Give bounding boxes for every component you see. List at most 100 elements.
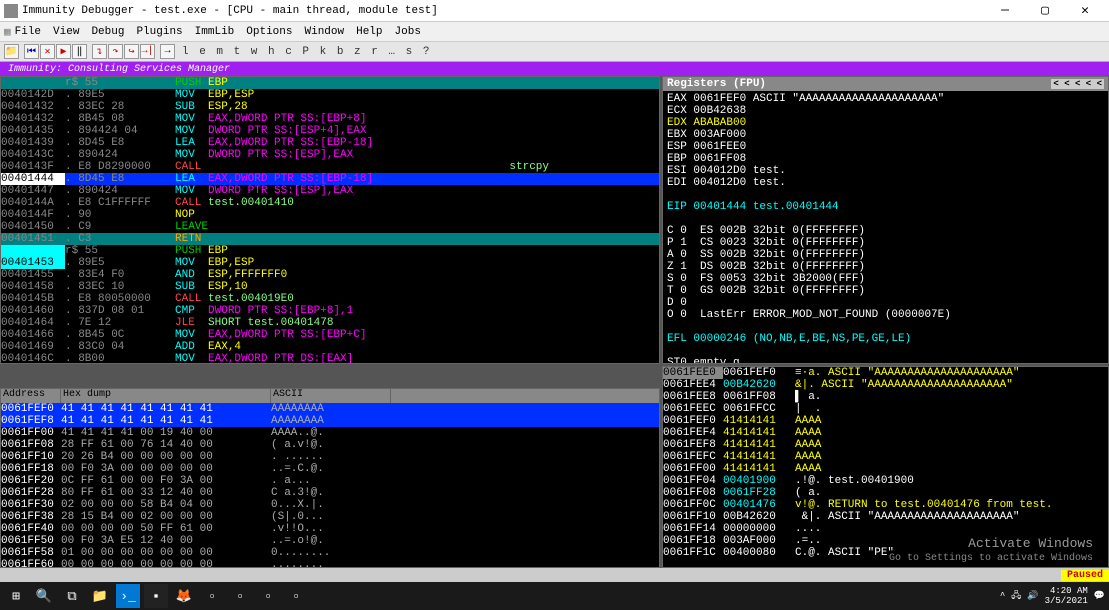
disasm-row[interactable]: 00401432. 83EC 28 SUB ESP,28 bbox=[1, 101, 659, 113]
menu-help[interactable]: Help bbox=[356, 26, 382, 38]
play-icon[interactable]: ▶ bbox=[56, 44, 71, 59]
step-over-icon[interactable]: ↷ bbox=[108, 44, 123, 59]
stack-row[interactable]: 0061FEF4 41414141 AAAA bbox=[663, 427, 1108, 439]
app2-icon[interactable]: ▫ bbox=[228, 584, 252, 608]
close-cross-icon[interactable]: ✕ bbox=[40, 44, 55, 59]
menu-plugins[interactable]: Plugins bbox=[136, 26, 182, 38]
disasm-row[interactable]: 00401451. C3 RETN bbox=[1, 233, 659, 245]
minimize-button[interactable]: ─ bbox=[985, 1, 1025, 21]
tray-net-icon[interactable]: 🖧 bbox=[1011, 588, 1021, 604]
step-into-icon[interactable]: ↴ bbox=[92, 44, 107, 59]
register-line[interactable]: EBP 0061FF08 bbox=[667, 153, 1104, 165]
rewind-icon[interactable]: ⏮ bbox=[24, 44, 39, 59]
disasm-row[interactable]: 0040143F. E8 D8290000 CALL strcpy bbox=[1, 161, 659, 173]
register-line[interactable]: O 0 LastErr ERROR_MOD_NOT_FOUND (0000007… bbox=[667, 309, 1104, 321]
register-line[interactable]: ECX 00B42638 bbox=[667, 105, 1104, 117]
dump-row[interactable]: 0061FF4000 00 00 00 50 FF 61 00 .v!!O... bbox=[1, 523, 659, 535]
dump-row[interactable]: 0061FF3828 15 B4 00 02 00 00 00 (S|.0... bbox=[1, 511, 659, 523]
dump-row[interactable]: 0061FF1020 26 B4 00 00 00 00 00 . ...... bbox=[1, 451, 659, 463]
tray-notif-icon[interactable]: 💬 bbox=[1094, 591, 1105, 601]
register-line[interactable]: Z 1 DS 002B 32bit 0(FFFFFFFF) bbox=[667, 261, 1104, 273]
menu-file[interactable]: File bbox=[15, 26, 41, 38]
app4-icon[interactable]: ▫ bbox=[284, 584, 308, 608]
stack-row[interactable]: 0061FEF0 41414141 AAAA bbox=[663, 415, 1108, 427]
stack-row[interactable]: 0061FEFC 41414141 AAAA bbox=[663, 451, 1108, 463]
search-icon[interactable]: 🔍 bbox=[32, 584, 56, 608]
stack-row[interactable]: 0061FF0C 00401476 v!@. RETURN to test.00… bbox=[663, 499, 1108, 511]
register-line[interactable] bbox=[667, 321, 1104, 333]
dump-row[interactable]: 0061FF3002 00 00 00 58 B4 04 00 0...X.|. bbox=[1, 499, 659, 511]
disasm-row[interactable]: 00401469. 83C0 04 ADD EAX,4 bbox=[1, 341, 659, 353]
menu-immlib[interactable]: ImmLib bbox=[195, 26, 235, 38]
register-line[interactable] bbox=[667, 213, 1104, 225]
register-line[interactable]: C 0 ES 002B 32bit 0(FFFFFFFF) bbox=[667, 225, 1104, 237]
register-line[interactable]: ST0 empty g bbox=[667, 357, 1104, 364]
disassembly-pane[interactable]: r$ 55 PUSH EBP0040142D. 89E5 MOV EBP,ESP… bbox=[0, 76, 660, 364]
disasm-row[interactable]: 00401453. 89E5 MOV EBP,ESP bbox=[1, 257, 659, 269]
stack-row[interactable]: 0061FF08 0061FF28 ( a. bbox=[663, 487, 1108, 499]
disasm-row[interactable]: 00401455. 83E4 F0 AND ESP,FFFFFFF0 bbox=[1, 269, 659, 281]
taskview-icon[interactable]: ⧉ bbox=[60, 584, 84, 608]
register-line[interactable]: EAX 0061FEF0 ASCII "AAAAAAAAAAAAAAAAAAAA… bbox=[667, 93, 1104, 105]
tray-up-icon[interactable]: ^ bbox=[1000, 591, 1005, 601]
dump-row[interactable]: 0061FF6000 00 00 00 00 00 00 00 ........ bbox=[1, 559, 659, 568]
start-icon[interactable]: ⊞ bbox=[4, 584, 28, 608]
powershell-icon[interactable]: ›_ bbox=[116, 584, 140, 608]
arrow-icon[interactable]: → bbox=[160, 44, 175, 59]
pause-icon[interactable]: ‖ bbox=[72, 44, 87, 59]
disasm-row[interactable]: 00401458. 83EC 10 SUB ESP,10 bbox=[1, 281, 659, 293]
stack-row[interactable]: 0061FF04 00401900 .!@. test.00401900 bbox=[663, 475, 1108, 487]
terminal-icon[interactable]: ▪ bbox=[144, 584, 168, 608]
register-line[interactable]: EFL 00000246 (NO,NB,E,BE,NS,PE,GE,LE) bbox=[667, 333, 1104, 345]
disasm-row[interactable]: 00401466. 8B45 0C MOV EAX,DWORD PTR SS:[… bbox=[1, 329, 659, 341]
alpha-bar[interactable]: l e m t w h c P k b z r … s ? bbox=[182, 46, 431, 58]
menu-debug[interactable]: Debug bbox=[91, 26, 124, 38]
disasm-row[interactable]: 00401432. 8B45 08 MOV EAX,DWORD PTR SS:[… bbox=[1, 113, 659, 125]
close-button[interactable]: ✕ bbox=[1065, 1, 1105, 21]
stack-row[interactable]: 0061FEE4 00B42620 &|. ASCII "AAAAAAAAAAA… bbox=[663, 379, 1108, 391]
system-tray[interactable]: ^ 🖧 🔊 4:20 AM 3/5/2021 💬 bbox=[1000, 586, 1105, 606]
disasm-row[interactable]: 00401444. 8D45 E8 LEA EAX,DWORD PTR SS:[… bbox=[1, 173, 659, 185]
register-line[interactable]: D 0 bbox=[667, 297, 1104, 309]
stack-row[interactable]: 0061FEE8 0061FF08 ▌ a. bbox=[663, 391, 1108, 403]
register-line[interactable] bbox=[667, 345, 1104, 357]
hexdump-pane[interactable]: Address Hex dump ASCII 0061FEF041 41 41 … bbox=[0, 388, 660, 568]
disasm-row[interactable]: 0040144F. 90 NOP bbox=[1, 209, 659, 221]
disasm-row[interactable]: 00401439. 8D45 E8 LEA EAX,DWORD PTR SS:[… bbox=[1, 137, 659, 149]
register-line[interactable]: EIP 00401444 test.00401444 bbox=[667, 201, 1104, 213]
dump-row[interactable]: 0061FF2880 FF 61 00 33 12 40 00 C a.3!@. bbox=[1, 487, 659, 499]
disasm-row[interactable]: 0040146C. 8B00 MOV EAX,DWORD PTR DS:[EAX… bbox=[1, 353, 659, 364]
register-line[interactable]: A 0 SS 002B 32bit 0(FFFFFFFF) bbox=[667, 249, 1104, 261]
stack-row[interactable]: 0061FEE0 0061FEF0 ≡∙a. ASCII "AAAAAAAAAA… bbox=[663, 367, 1108, 379]
disasm-row[interactable]: r$ 55 PUSH EBP bbox=[1, 77, 659, 89]
pane-nav-icons[interactable]: < < < < < bbox=[1051, 79, 1104, 89]
stack-row[interactable]: 0061FEEC 0061FFCC | . bbox=[663, 403, 1108, 415]
register-line[interactable]: EDI 004012D0 test. bbox=[667, 177, 1104, 189]
disasm-row[interactable]: 0040145B. E8 80050000 CALL test.004019E0 bbox=[1, 293, 659, 305]
dump-row[interactable]: 0061FF5000 F0 3A E5 12 40 00 ..=.o!@. bbox=[1, 535, 659, 547]
disasm-row[interactable]: 00401464. 7E 12 JLE SHORT test.00401478 bbox=[1, 317, 659, 329]
dump-row[interactable]: 0061FEF041 41 41 41 41 41 41 41 AAAAAAAA bbox=[1, 403, 659, 415]
dump-row[interactable]: 0061FF200C FF 61 00 00 F0 3A 00 . a... bbox=[1, 475, 659, 487]
run-to-icon[interactable]: →| bbox=[140, 44, 155, 59]
disasm-row[interactable]: 00401460. 837D 08 01 CMP DWORD PTR SS:[E… bbox=[1, 305, 659, 317]
firefox-icon[interactable]: 🦊 bbox=[172, 584, 196, 608]
app3-icon[interactable]: ▫ bbox=[256, 584, 280, 608]
menu-window[interactable]: Window bbox=[305, 26, 345, 38]
register-line[interactable]: S 0 FS 0053 32bit 3B2000(FFF) bbox=[667, 273, 1104, 285]
register-line[interactable]: ESP 0061FEE0 bbox=[667, 141, 1104, 153]
stack-row[interactable]: 0061FF10 00B42620 &|. ASCII "AAAAAAAAAAA… bbox=[663, 511, 1108, 523]
dump-row[interactable]: 0061FF5801 00 00 00 00 00 00 00 0.......… bbox=[1, 547, 659, 559]
dump-row[interactable]: 0061FF0041 41 41 41 00 19 40 00 AAAA..@. bbox=[1, 427, 659, 439]
register-line[interactable]: EDX ABABAB00 bbox=[667, 117, 1104, 129]
stack-row[interactable]: 0061FF00 41414141 AAAA bbox=[663, 463, 1108, 475]
disasm-row[interactable]: 0040143C. 890424 MOV DWORD PTR SS:[ESP],… bbox=[1, 149, 659, 161]
menu-jobs[interactable]: Jobs bbox=[395, 26, 421, 38]
windows-taskbar[interactable]: ⊞ 🔍 ⧉ 📁 ›_ ▪ 🦊 ▫ ▫ ▫ ▫ ^ 🖧 🔊 4:20 AM 3/5… bbox=[0, 582, 1109, 610]
disasm-row[interactable]: r$ 55 PUSH EBP bbox=[1, 245, 659, 257]
register-line[interactable]: ESI 004012D0 test. bbox=[667, 165, 1104, 177]
disasm-row[interactable]: 0040142D. 89E5 MOV EBP,ESP bbox=[1, 89, 659, 101]
tray-vol-icon[interactable]: 🔊 bbox=[1027, 591, 1038, 601]
stack-row[interactable]: 0061FF14 00000000 .... bbox=[663, 523, 1108, 535]
maximize-button[interactable]: ▢ bbox=[1025, 1, 1065, 21]
